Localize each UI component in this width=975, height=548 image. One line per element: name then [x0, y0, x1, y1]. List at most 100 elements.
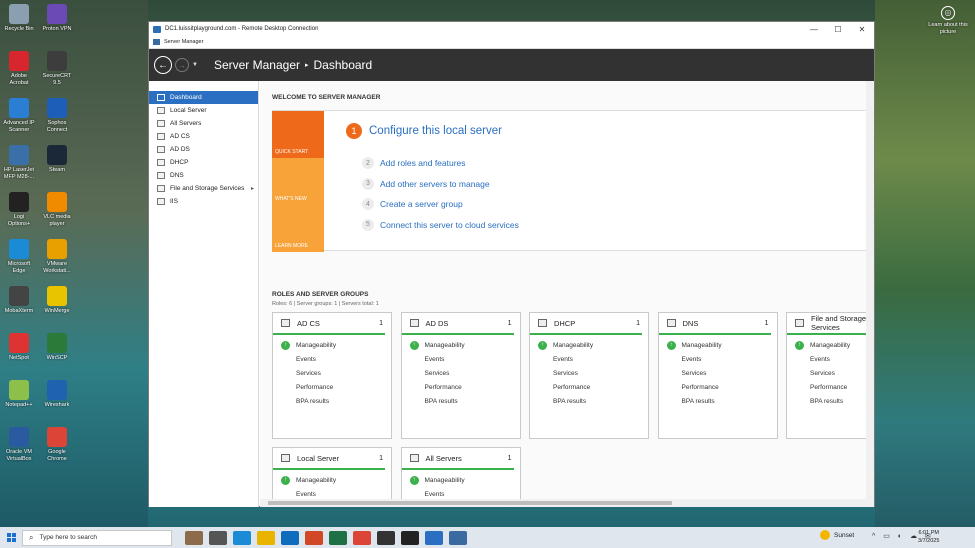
role-tile[interactable]: Local Server1↑ManageabilityEventsService…	[272, 447, 392, 499]
chevron-right-icon[interactable]: ▸	[251, 185, 254, 192]
desktop-icon[interactable]: Google Chrome	[40, 427, 74, 462]
sidebar-item-ad-ds[interactable]: AD DS	[149, 143, 258, 156]
sidebar-item-local-server[interactable]: Local Server	[149, 104, 258, 117]
role-tile[interactable]: AD DS 1 ↑ Manageability Events Services Perfor…	[400, 312, 521, 439]
clock[interactable]: 6:01 PM 3/7/2025	[918, 529, 939, 545]
desktop-icon[interactable]: WinSCP	[40, 333, 74, 362]
role-tile-row[interactable]: BPA results	[530, 394, 648, 408]
scrollbar-thumb[interactable]	[268, 501, 672, 505]
desktop-icon[interactable]: Adobe Acrobat	[2, 51, 36, 86]
avatar-icon[interactable]	[185, 530, 203, 545]
desktop-icon[interactable]: Recycle Bin	[2, 4, 36, 33]
horizontal-scrollbar[interactable]	[260, 499, 866, 507]
desktop-icon[interactable]: Sophos Connect	[40, 98, 74, 133]
sidebar-item-dhcp[interactable]: DHCP	[149, 156, 258, 169]
role-tile[interactable]: DHCP 1 ↑ Manageability Events Services Perform…	[529, 312, 649, 439]
back-button[interactable]: ←	[154, 56, 172, 74]
weather-widget[interactable]: Sunset	[820, 530, 854, 540]
role-tile-row[interactable]: Performance	[659, 380, 777, 394]
role-tile[interactable]: AD CS 1 ↑ Manageability Events Services Perfor…	[272, 312, 392, 439]
desktop-icon[interactable]: Wireshark	[40, 380, 74, 409]
sidebar-item-file-and-storage-services[interactable]: File and Storage Services ▸	[149, 182, 258, 195]
role-tile-row[interactable]: ↑ Manageability	[402, 338, 520, 352]
quick-start-step[interactable]: 4 Create a server group	[362, 198, 463, 210]
edge-icon[interactable]	[233, 530, 251, 545]
desktop-icon[interactable]: WinMerge	[40, 286, 74, 315]
desktop-icon[interactable]: Microsoft Edge	[2, 239, 36, 274]
role-tile-row[interactable]: Services	[530, 366, 648, 380]
role-tile-header[interactable]: File and Storage Services	[787, 313, 866, 335]
role-tile-row[interactable]: Performance	[530, 380, 648, 394]
role-tile-header[interactable]: DHCP 1	[530, 313, 642, 335]
role-tile[interactable]: File and Storage Services ↑ Manageability E…	[786, 312, 866, 439]
role-tile-row[interactable]: Performance	[402, 380, 520, 394]
file-explorer-icon[interactable]	[257, 530, 275, 545]
desktop-icon[interactable]: VLC media player	[40, 192, 74, 227]
configure-local-server-link[interactable]: 1 Configure this local server	[346, 123, 502, 139]
rdp-icon[interactable]	[425, 530, 443, 545]
desktop-icon[interactable]: VMware Workstati...	[40, 239, 74, 274]
role-tile-header[interactable]: AD CS 1	[273, 313, 385, 335]
role-tile-header[interactable]: AD DS 1	[401, 313, 514, 335]
quick-start-tile[interactable]: QUICK START	[272, 111, 324, 158]
role-tile-header[interactable]: Local Server 1	[273, 448, 385, 470]
sidebar-item-dns[interactable]: DNS	[149, 169, 258, 182]
desktop-icon[interactable]: Proton VPN	[40, 4, 74, 33]
sidebar-item-iis[interactable]: IIS	[149, 195, 258, 208]
role-tile-row[interactable]: ↑ Manageability	[402, 473, 520, 487]
learn-more-tile[interactable]: LEARN MORE	[272, 205, 324, 252]
role-tile-row[interactable]: Services	[787, 366, 866, 380]
desktop-icon[interactable]: Notepad++	[2, 380, 36, 409]
role-tile-row[interactable]: Events	[273, 352, 391, 366]
server-manager-icon[interactable]	[449, 530, 467, 545]
quick-start-step[interactable]: 3 Add other servers to manage	[362, 177, 490, 190]
outlook-icon[interactable]	[281, 530, 299, 545]
minimize-button[interactable]: —	[802, 25, 826, 34]
quick-start-step[interactable]: 2 Add roles and features	[362, 157, 466, 169]
learn-about-picture[interactable]: ◎ Learn about this picture	[927, 6, 969, 35]
desktop-icon[interactable]: SecureCRT 9.5	[40, 51, 74, 86]
role-tile-row[interactable]: ↑ Manageability	[273, 473, 391, 487]
breadcrumb-app[interactable]: Server Manager	[214, 58, 300, 72]
role-tile-row[interactable]: Performance	[787, 380, 866, 394]
taskbar-search[interactable]: ⌕ Type here to search	[22, 529, 172, 546]
sidebar-item-dashboard[interactable]: Dashboard	[149, 91, 258, 104]
role-tile-row[interactable]: BPA results	[659, 394, 777, 408]
role-tile-row[interactable]: Services	[273, 366, 391, 380]
maximize-button[interactable]: ☐	[826, 25, 850, 34]
sidebar-item-all-servers[interactable]: All Servers	[149, 117, 258, 130]
desktop-icon[interactable]: Oracle VM VirtualBox	[2, 427, 36, 462]
terminal-icon[interactable]	[401, 530, 419, 545]
task-view-icon[interactable]	[209, 530, 227, 545]
role-tile-row[interactable]: ↑ Manageability	[530, 338, 648, 352]
role-tile-row[interactable]: Events	[530, 352, 648, 366]
desktop-icon[interactable]: Steam	[40, 145, 74, 174]
history-dropdown-icon[interactable]: ▼	[192, 62, 198, 68]
role-tile-row[interactable]: BPA results	[787, 394, 866, 408]
forward-button[interactable]: →	[175, 58, 189, 72]
role-tile-row[interactable]: BPA results	[273, 394, 391, 408]
role-tile-row[interactable]: Events	[402, 352, 520, 366]
obs-icon[interactable]	[377, 530, 395, 545]
desktop-icon[interactable]: Logi Options+	[2, 192, 36, 227]
desktop-icon[interactable]: HP LaserJet MFP M28-...	[2, 145, 36, 180]
role-tile-row[interactable]: Services	[402, 366, 520, 380]
role-tile-row[interactable]: Events	[402, 487, 520, 499]
desktop-icon[interactable]: NetSpot	[2, 333, 36, 362]
role-tile[interactable]: DNS 1 ↑ Manageability Events Services Performa…	[657, 312, 778, 439]
powerpoint-icon[interactable]	[305, 530, 323, 545]
role-tile-header[interactable]: All Servers 1	[401, 448, 514, 470]
role-tile-row[interactable]: ↑ Manageability	[787, 338, 866, 352]
excel-icon[interactable]	[329, 530, 347, 545]
vertical-scrollbar[interactable]	[866, 81, 874, 507]
close-button[interactable]: ✕	[850, 25, 874, 34]
role-tile-header[interactable]: DNS 1	[658, 313, 771, 335]
role-tile-row[interactable]: ↑ Manageability	[273, 338, 391, 352]
role-tile-row[interactable]: Events	[273, 487, 391, 499]
role-tile-row[interactable]: Services	[659, 366, 777, 380]
role-tile-row[interactable]: Events	[787, 352, 866, 366]
role-tile[interactable]: All Servers1↑ManageabilityEventsServices	[400, 447, 521, 499]
role-tile-row[interactable]: Performance	[273, 380, 391, 394]
quick-start-step[interactable]: 5 Connect this server to cloud services	[362, 218, 519, 231]
role-tile-row[interactable]: BPA results	[402, 394, 520, 408]
